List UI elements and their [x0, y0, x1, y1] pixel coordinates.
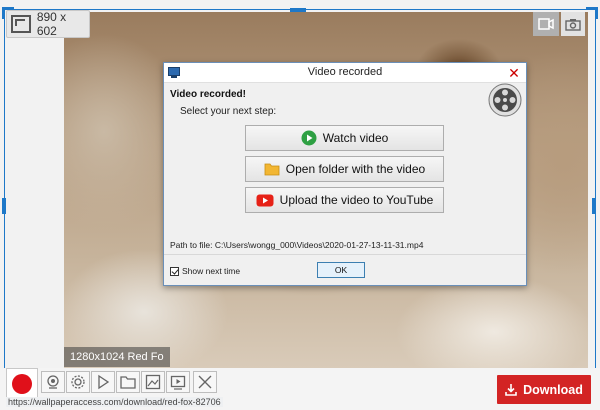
webcam-button[interactable]: [41, 371, 65, 393]
resize-handle-left[interactable]: [2, 198, 6, 214]
screenshot-capture-button[interactable]: [561, 12, 585, 36]
resize-handle-top-right[interactable]: [586, 7, 598, 19]
show-next-time-checkbox[interactable]: [170, 266, 179, 276]
close-icon: ✕: [508, 64, 520, 81]
upload-youtube-button[interactable]: Upload the video to YouTube: [245, 187, 444, 213]
download-icon: [505, 384, 517, 396]
youtube-icon: [256, 194, 274, 206]
gear-icon: [71, 375, 85, 389]
open-folder-button[interactable]: Open folder with the video: [245, 156, 444, 182]
video-camera-icon: [538, 18, 554, 30]
video-editor-button[interactable]: [166, 371, 190, 393]
folder-icon: [120, 376, 136, 389]
close-icon: [198, 375, 212, 389]
close-capture-button[interactable]: [193, 371, 217, 393]
record-icon: [12, 374, 32, 394]
status-url: https://wallpaperaccess.com/download/red…: [6, 397, 223, 407]
dialog-titlebar: Video recorded ✕: [164, 63, 526, 83]
capture-size-label: 890 x 602: [36, 10, 67, 38]
video-icon: [170, 375, 186, 390]
dialog-subheading: Select your next step:: [180, 106, 277, 117]
ok-button[interactable]: OK: [317, 262, 365, 278]
watch-video-button[interactable]: Watch video: [245, 125, 444, 151]
watch-video-label: Watch video: [322, 131, 389, 145]
download-button[interactable]: Download: [497, 375, 591, 404]
play-circle-icon: [301, 130, 317, 146]
video-capture-button[interactable]: [533, 12, 559, 36]
file-path-label: Path to file: C:\Users\wongg_000\Videos\…: [170, 240, 424, 250]
show-next-time-label: Show next time: [182, 266, 241, 276]
image-editor-button[interactable]: [141, 371, 165, 393]
folder-icon: [264, 163, 280, 176]
resize-handle-top[interactable]: [290, 8, 306, 12]
capture-size-badge[interactable]: 890 x 602: [6, 10, 90, 38]
download-label: Download: [523, 382, 583, 397]
settings-button[interactable]: [66, 371, 90, 393]
open-folder-label: Open folder with the video: [285, 162, 426, 176]
play-button[interactable]: [91, 371, 115, 393]
open-folder-toolbar-button[interactable]: [116, 371, 140, 393]
record-button[interactable]: [6, 368, 38, 400]
image-icon: [145, 374, 161, 390]
dialog-title: Video recorded: [307, 66, 383, 78]
film-reel-icon: [488, 83, 522, 117]
video-recorded-dialog: Video recorded ✕ Video recorded! Select …: [163, 62, 527, 286]
dialog-close-button[interactable]: ✕: [503, 64, 525, 81]
camera-icon: [565, 18, 581, 31]
dialog-heading: Video recorded!: [170, 89, 246, 100]
play-icon: [98, 374, 110, 390]
show-next-time-option[interactable]: Show next time: [170, 266, 240, 276]
region-size-icon: [11, 15, 31, 33]
resize-handle-right[interactable]: [592, 198, 596, 214]
dialog-separator: [164, 254, 526, 255]
upload-youtube-label: Upload the video to YouTube: [279, 193, 434, 207]
webcam-icon: [47, 375, 59, 389]
